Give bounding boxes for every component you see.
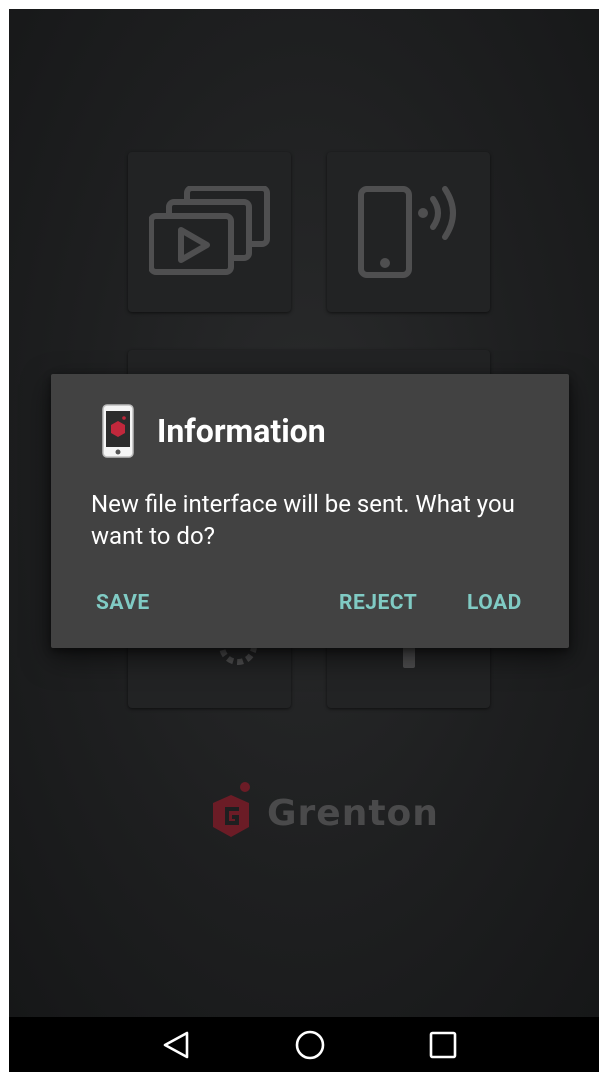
information-dialog: Information New file interface will be s… (51, 374, 569, 648)
back-button[interactable] (136, 1017, 216, 1072)
navigation-bar (9, 1017, 599, 1072)
phone-wireless-icon (357, 186, 456, 278)
dialog-header: Information (101, 404, 326, 458)
home-circle-icon (295, 1030, 325, 1059)
save-button[interactable]: SAVE (96, 588, 150, 618)
brand-name: Grenton (267, 792, 439, 834)
recents-button[interactable] (403, 1017, 483, 1072)
back-triangle-icon (163, 1031, 189, 1058)
dialog-message: New file interface will be sent. What yo… (91, 490, 515, 550)
tile-media[interactable] (128, 152, 291, 312)
home-button[interactable] (270, 1017, 350, 1072)
remote-icon (403, 644, 415, 668)
tile-phone[interactable] (327, 152, 490, 312)
media-gallery-icon (148, 186, 270, 275)
recents-square-icon (429, 1031, 457, 1058)
reject-button[interactable]: REJECT (339, 588, 417, 618)
grenton-logo-icon (213, 782, 250, 837)
load-button[interactable]: LOAD (467, 588, 522, 618)
phone-app-icon (102, 404, 134, 458)
dialog-title: Information (157, 412, 326, 450)
brand-logo: Grenton (205, 781, 439, 845)
